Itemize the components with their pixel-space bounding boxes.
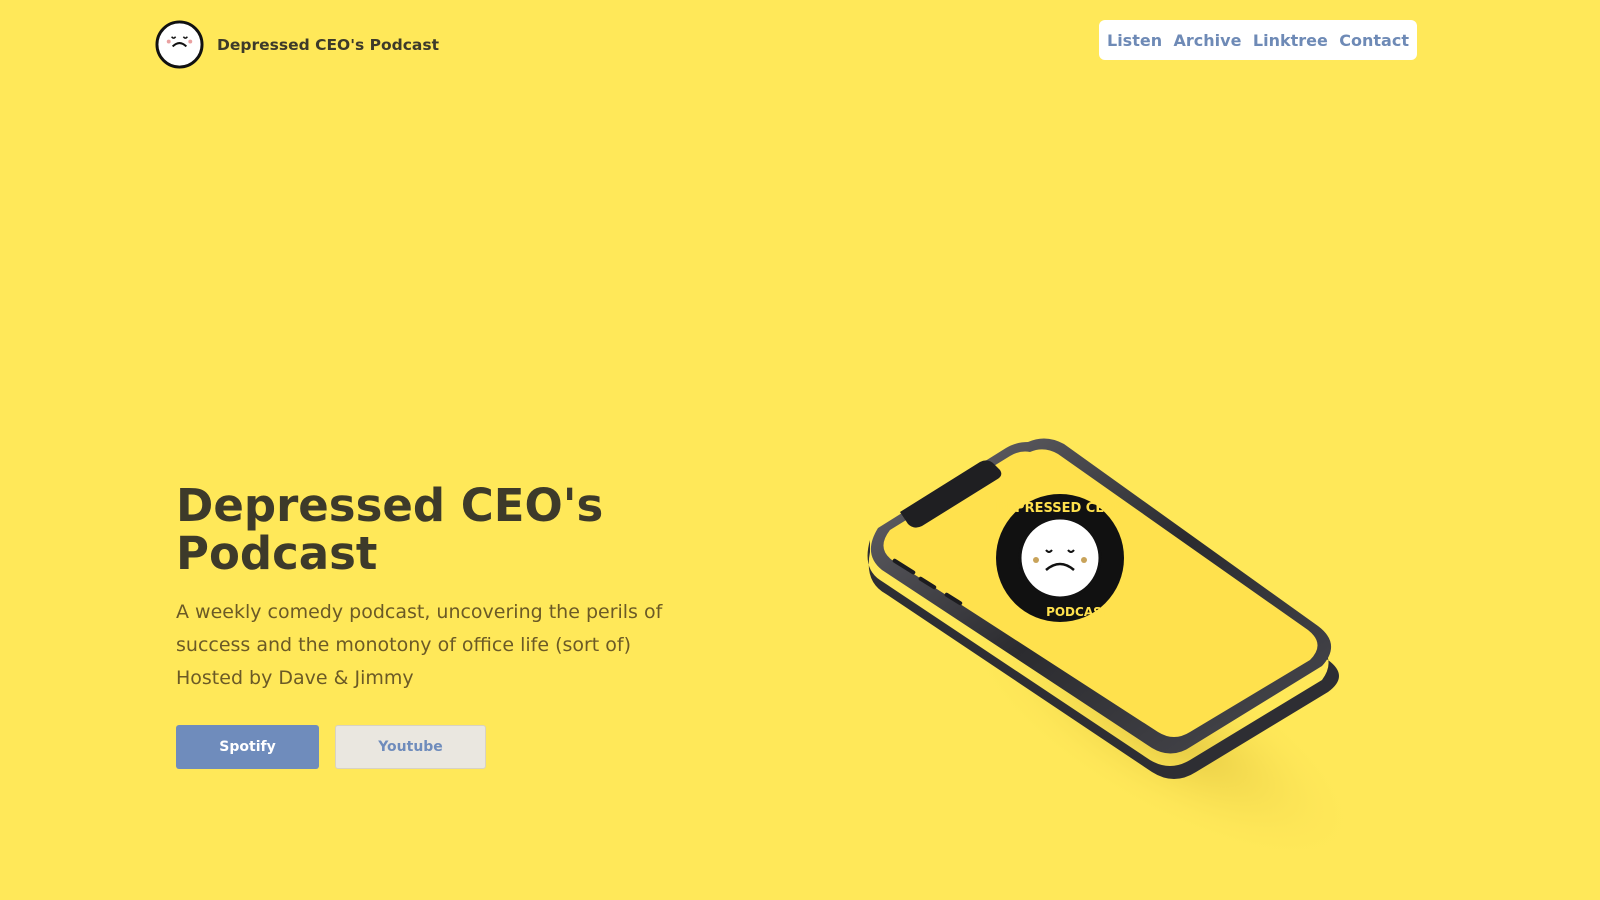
hero-title: Depressed CEO's Podcast (176, 479, 604, 580)
site-header: Depressed CEO's Podcast Listen Archive L… (0, 0, 1600, 90)
hero-description: A weekly comedy podcast, uncovering the … (176, 601, 663, 689)
phone-illustration: DEPRESSED CEOS PODCAST (860, 430, 1380, 865)
nav-linktree[interactable]: Linktree (1253, 31, 1328, 50)
nav-listen[interactable]: Listen (1107, 31, 1162, 50)
nav-contact[interactable]: Contact (1339, 31, 1409, 50)
badge-top-text: DEPRESSED CEOS (995, 501, 1124, 516)
main-nav: Listen Archive Linktree Contact (1099, 20, 1417, 60)
badge-bottom-text: PODCAST (1046, 605, 1111, 619)
youtube-button[interactable]: Youtube (335, 725, 486, 769)
spotify-button[interactable]: Spotify (176, 725, 319, 769)
nav-archive[interactable]: Archive (1174, 31, 1242, 50)
brand-link[interactable]: Depressed CEO's Podcast (155, 20, 439, 69)
sad-face-icon (155, 20, 204, 69)
smartphone-icon: DEPRESSED CEOS PODCAST (867, 438, 1364, 865)
brand-title: Depressed CEO's Podcast (217, 35, 439, 54)
